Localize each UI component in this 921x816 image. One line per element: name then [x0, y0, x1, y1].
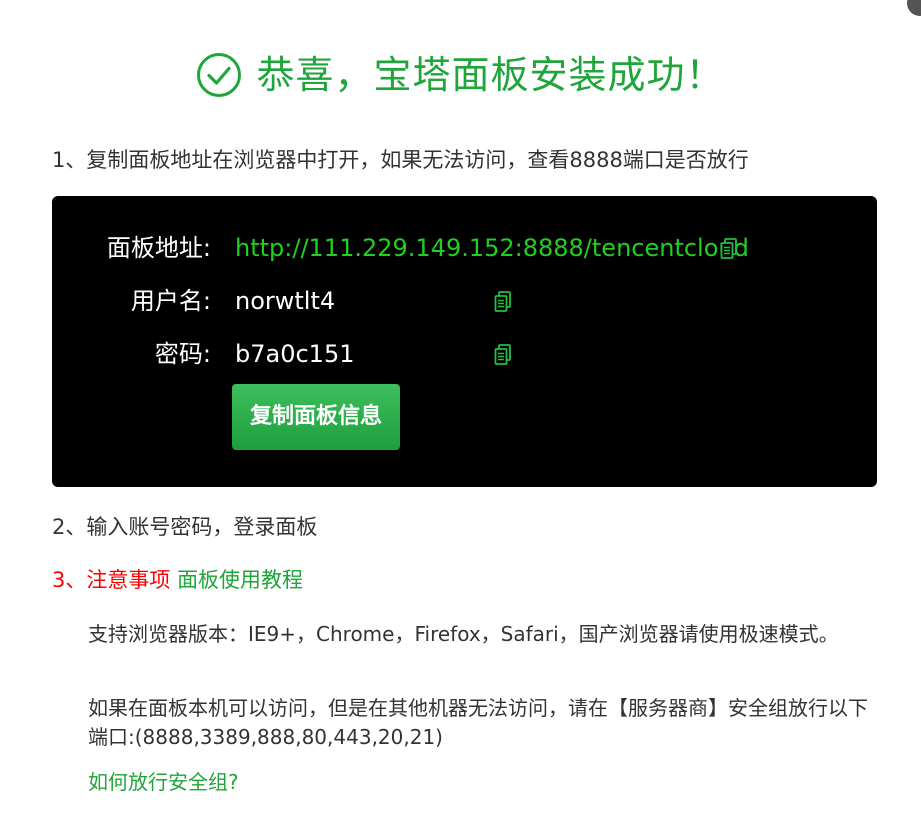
corner-avatar[interactable]: [907, 0, 921, 16]
panel-info-box: 面板地址: http://111.229.149.152:8888/tencen…: [52, 196, 877, 487]
step-1-instruction: 1、复制面板地址在浏览器中打开，如果无法访问，查看8888端口是否放行: [52, 148, 749, 172]
copy-panel-info-button[interactable]: 复制面板信息: [232, 384, 400, 450]
browser-support-note: 支持浏览器版本：IE9+，Chrome，Firefox，Safari，国产浏览器…: [88, 622, 839, 646]
password-row: 密码: b7a0c151: [52, 338, 877, 370]
copy-icon[interactable]: [494, 291, 512, 313]
security-group-help-link[interactable]: 如何放行安全组?: [88, 768, 239, 797]
check-circle-icon: [197, 53, 242, 97]
step-2-instruction: 2、输入账号密码，登录面板: [52, 515, 318, 539]
port-notice: 如果在面板本机可以访问，但是在其他机器无法访问，请在【服务器商】安全组放行以下端…: [88, 696, 868, 749]
copy-icon[interactable]: [720, 238, 738, 260]
panel-address-label: 面板地址:: [106, 234, 211, 262]
username-label: 用户名:: [130, 287, 211, 315]
password-label: 密码:: [154, 340, 211, 368]
username-row: 用户名: norwtlt4: [52, 285, 877, 317]
panel-address-value[interactable]: http://111.229.149.152:8888/tencentcloud: [235, 232, 749, 264]
username-value: norwtlt4: [235, 287, 336, 315]
step-3-notice: 3、注意事项: [52, 568, 171, 592]
header: 恭喜，宝塔面板安装成功！: [0, 50, 921, 100]
page-title: 恭喜，宝塔面板安装成功！: [256, 53, 725, 97]
step-3-line: 3、注意事项 面板使用教程: [52, 566, 303, 594]
password-value: b7a0c151: [235, 340, 355, 368]
panel-tutorial-link[interactable]: 面板使用教程: [177, 568, 303, 592]
panel-address-row: 面板地址: http://111.229.149.152:8888/tencen…: [52, 232, 877, 264]
install-success-page: 恭喜，宝塔面板安装成功！ 1、复制面板地址在浏览器中打开，如果无法访问，查看88…: [0, 0, 921, 816]
copy-icon[interactable]: [494, 344, 512, 366]
